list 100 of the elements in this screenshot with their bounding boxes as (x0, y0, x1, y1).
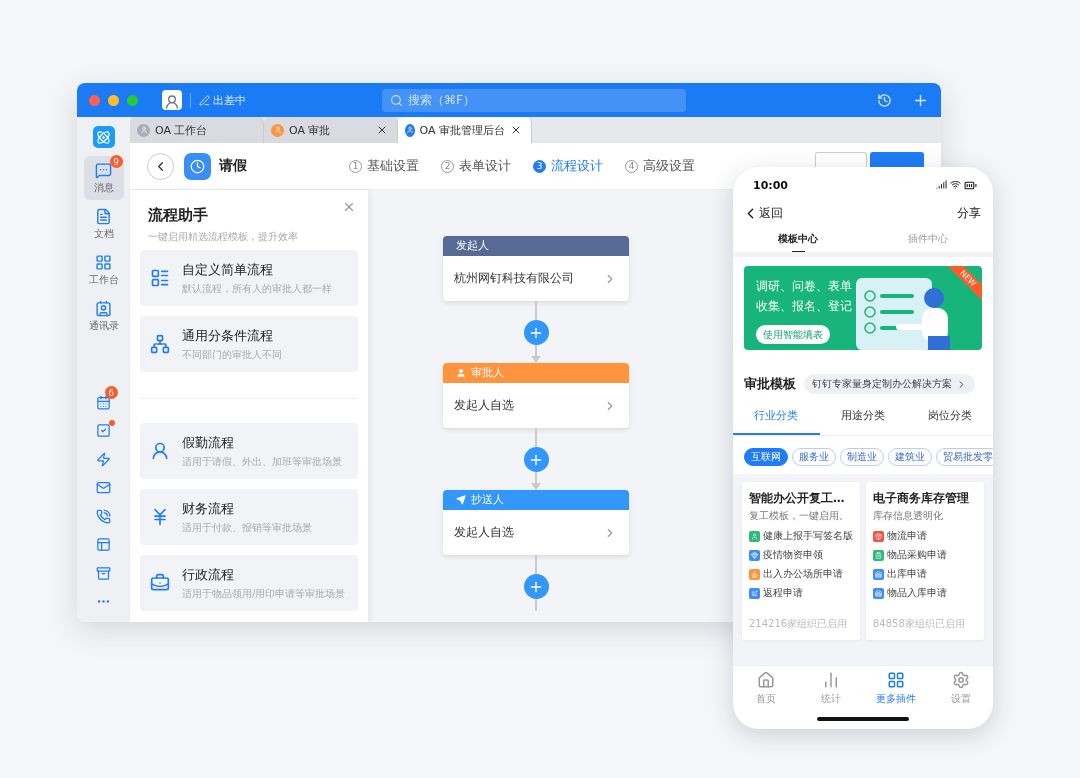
template-card[interactable]: 财务流程 适用于付款、报销等审批场景 (140, 489, 358, 545)
card-title: 假勤流程 (182, 433, 235, 452)
status-label: 出差中 (213, 92, 246, 108)
pen-icon (199, 94, 210, 106)
history-icon[interactable] (877, 92, 892, 108)
flow-node[interactable]: 抄送人 发起人自选 (443, 490, 629, 555)
filter-chip[interactable]: 制造业 (840, 448, 884, 466)
sidebar-item[interactable]: 文档 (83, 202, 124, 246)
usage-count: 84858家组织已启用 (873, 617, 966, 631)
settings-icon (951, 671, 970, 689)
connector-line (535, 301, 537, 320)
status-text[interactable]: 出差中 (190, 92, 246, 108)
node-label: 抄送人 (471, 493, 504, 507)
filter-chip[interactable]: 服务业 (792, 448, 836, 466)
form-name: 物品采购申请 (887, 548, 947, 562)
step-tab[interactable]: 1 基础设置 (349, 157, 419, 175)
person-icon (150, 441, 170, 461)
card-title: 自定义简单流程 (182, 260, 274, 279)
tab-label: OA 审批管理后台 (419, 122, 505, 138)
banner-text: 收集、报名、登记 (756, 298, 853, 315)
section-title: 审批模板 (744, 375, 796, 393)
form-icon[interactable] (96, 537, 111, 553)
tab[interactable]: OA 审批管理后台 (398, 117, 532, 143)
close-icon[interactable] (510, 124, 522, 136)
person-icon (456, 368, 466, 378)
checkbox-icon[interactable] (96, 423, 111, 439)
minimize-dot[interactable] (108, 94, 119, 106)
search-icon (390, 93, 403, 107)
filter-chip[interactable]: 互联网 (744, 448, 788, 466)
status-time: 10:00 (753, 178, 788, 192)
category-tab[interactable]: 岗位分类 (906, 408, 993, 435)
phone-icon[interactable] (96, 508, 111, 524)
fill-form-button[interactable]: 使用智能填表 (756, 325, 830, 344)
node-label: 发起人 (456, 239, 489, 253)
card-title: 行政流程 (182, 565, 235, 584)
step-tab[interactable]: 4 高级设置 (625, 157, 695, 175)
preview-button[interactable] (815, 152, 867, 167)
tab-label: OA 工作台 (155, 122, 209, 138)
logo-icon[interactable] (92, 126, 115, 148)
sidebar-item[interactable]: 工作台 (83, 248, 124, 292)
sidebar-item[interactable]: 通讯录 (83, 294, 124, 338)
node-value: 发起人自选 (454, 397, 514, 414)
chat-icon (95, 161, 112, 179)
step-tab[interactable]: 3 流程设计 (533, 157, 603, 175)
card-description: 适用于付款、报销等审批场景 (182, 520, 312, 535)
template-card[interactable]: 电子商务库存管理 库存信息透明化 物流申请 物品采购申请 出库申请 物品入库申请 84858家组织已启用 (866, 482, 984, 640)
maximize-dot[interactable] (127, 94, 138, 106)
sidebar-label: 工作台 (88, 272, 119, 287)
form-name: 物品入库申请 (887, 586, 947, 600)
filter-chip[interactable]: 建筑业 (888, 448, 932, 466)
banner-text: 调研、问卷、表单 (756, 278, 853, 295)
category-tab[interactable]: 行业分类 (733, 408, 820, 435)
list-icon (150, 268, 170, 288)
card-subtitle: 库存信息透明化 (873, 509, 944, 523)
add-button[interactable] (523, 320, 549, 345)
back-link[interactable]: 返回 (742, 204, 783, 222)
home-icon (756, 671, 775, 689)
nav-item[interactable]: 更多插件 (863, 671, 928, 717)
template-card[interactable]: 通用分条件流程 不同部门的审批人不同 (140, 316, 358, 372)
box-icon[interactable] (96, 565, 111, 581)
category-tab[interactable]: 用途分类 (819, 408, 907, 435)
step-tab[interactable]: 2 表单设计 (441, 157, 511, 175)
tab[interactable]: OA 审批 (264, 117, 398, 143)
sidebar-label: 通讯录 (88, 318, 119, 333)
close-dot[interactable] (89, 94, 100, 106)
lightning-icon[interactable] (96, 451, 111, 467)
close-icon[interactable] (376, 124, 388, 136)
connector-line (535, 555, 537, 574)
share-link[interactable]: 分享 (957, 204, 981, 222)
page-title: 请假 (219, 157, 248, 175)
flow-node[interactable]: 审批人 发起人自选 (443, 363, 629, 428)
document-icon (95, 207, 112, 225)
toolbox-icon (150, 573, 170, 593)
template-card[interactable]: 智能办公开复工… 复工模板，一键启用。 健康上报手写签名版 疫情物资申领 出入办公场所申请 返程申请 214216家组织已启用 (742, 482, 860, 640)
solution-link[interactable]: 钉钉专家量身定制办公解决方案 (804, 374, 975, 394)
sidebar-label: 文档 (93, 226, 114, 241)
connector-line (535, 428, 537, 447)
flow-node[interactable]: 发起人 杭州网钉科技有限公司 (443, 236, 629, 301)
sidebar-item[interactable]: 消息 9 (83, 156, 124, 200)
template-card[interactable]: 假勤流程 适用于请假、外出、加班等审批场景 (140, 423, 358, 479)
count-badge: 6 (104, 386, 118, 399)
form-name: 返程申请 (763, 586, 803, 600)
card-description: 不同部门的审批人不同 (182, 347, 282, 362)
node-value: 发起人自选 (454, 524, 514, 541)
filter-chip[interactable]: 贸易批发零 (936, 448, 993, 466)
calendar-icon[interactable] (96, 394, 111, 410)
node-label: 审批人 (471, 366, 504, 380)
card-description: 适用于请假、外出、加班等审批场景 (182, 454, 342, 469)
tab[interactable]: OA 工作台 (130, 117, 264, 143)
avatar-icon[interactable] (162, 90, 182, 110)
add-button[interactable] (523, 574, 549, 599)
signal-icon (936, 178, 947, 190)
add-button[interactable] (523, 447, 549, 472)
tab[interactable]: 模板中心 (733, 227, 863, 252)
form-name: 疫情物资申领 (763, 548, 823, 562)
mail-icon[interactable] (96, 480, 111, 496)
back-button[interactable] (147, 152, 174, 180)
template-card[interactable]: 行政流程 适用于物品领用/用印申请等审批场景 (140, 555, 358, 611)
card-description: 适用于物品领用/用印申请等审批场景 (182, 586, 346, 601)
count-badge: 9 (109, 155, 123, 168)
